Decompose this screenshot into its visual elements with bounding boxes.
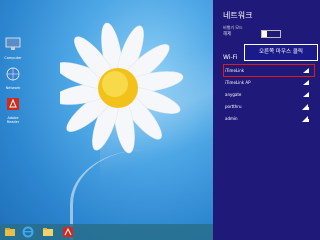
desktop-icon-label: Computer: [4, 56, 22, 60]
network-ssid: iTimeLink AP: [225, 80, 251, 85]
panel-title: 네트워크: [223, 11, 253, 20]
network-item[interactable]: admin: [225, 114, 313, 123]
wifi-header: Wi-Fi: [223, 54, 238, 61]
pdf-icon[interactable]: Adobe Reader: [2, 96, 24, 124]
signal-strength-icon: [303, 80, 309, 85]
computer-icon[interactable]: Computer: [2, 36, 24, 60]
network-item[interactable]: iTimeLink AP: [225, 78, 313, 87]
desktop: Computer Network Adobe Reader: [0, 0, 213, 240]
right-click-tooltip: 오른쪽 마우스 클릭: [244, 44, 318, 61]
monitor-icon: [5, 37, 21, 50]
internet-explorer-icon[interactable]: [22, 226, 34, 238]
daisy-flower-image: [60, 22, 184, 154]
network-ssid: anygate: [225, 92, 242, 97]
network-ssid: iTimeLink: [225, 68, 245, 73]
desktop-icon-label: Network: [5, 86, 21, 90]
network-item[interactable]: anygate: [225, 90, 313, 99]
network-item[interactable]: portthru: [225, 102, 313, 111]
network-icon[interactable]: Network: [2, 66, 24, 90]
desktop-icon-label: Adobe Reader: [6, 116, 20, 124]
network-ssid: portthru: [225, 104, 242, 109]
secured-signal-icon: [302, 116, 309, 122]
folder-icon[interactable]: [42, 226, 54, 238]
airplane-mode-toggle[interactable]: [261, 30, 281, 38]
toggle-thumb: [262, 31, 267, 37]
airplane-mode-value: 해제: [223, 32, 232, 37]
signal-strength-icon: [303, 92, 309, 97]
signal-strength-icon: [303, 68, 309, 73]
network-item[interactable]: iTimeLink: [223, 64, 315, 77]
file-explorer-icon[interactable]: [4, 226, 16, 238]
network-ssid: admin: [225, 116, 238, 121]
globe-icon: [6, 67, 20, 81]
acrobat-icon: [7, 98, 19, 110]
taskbar: [0, 224, 213, 240]
secured-signal-icon: [302, 104, 309, 110]
pdf-taskbar-icon[interactable]: [62, 226, 74, 238]
